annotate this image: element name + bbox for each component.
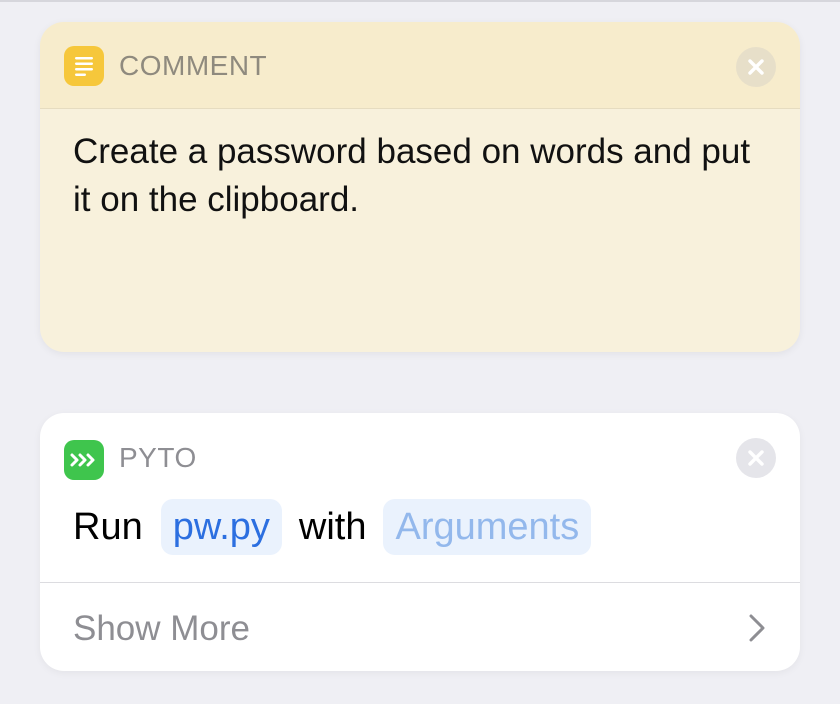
top-divider: [0, 0, 840, 2]
comment-action-card[interactable]: COMMENT Create a password based on words…: [40, 22, 800, 352]
text-lines-icon: [64, 46, 104, 86]
comment-card-header: COMMENT: [40, 22, 800, 109]
run-script-action-row: Run pw.py with Arguments: [73, 499, 592, 555]
run-verb-label: Run: [73, 506, 143, 548]
show-more-label: Show More: [73, 609, 251, 648]
script-file-token[interactable]: pw.py: [160, 499, 282, 555]
close-circle-icon: [748, 450, 764, 466]
pyto-remove-button[interactable]: [736, 438, 776, 478]
comment-card-title: COMMENT: [119, 50, 268, 81]
show-more-button[interactable]: Show More: [40, 583, 800, 671]
pyto-card-title: PYTO: [119, 442, 197, 473]
comment-text-field[interactable]: Create a password based on words and put…: [73, 128, 763, 224]
pyto-action-card[interactable]: PYTO Run pw.py with Arguments Show More: [40, 413, 800, 671]
comment-remove-button[interactable]: [736, 47, 776, 87]
with-connector-label: with: [298, 506, 367, 548]
close-circle-icon: [748, 59, 764, 75]
arguments-token[interactable]: Arguments: [383, 499, 592, 555]
pyto-chevrons-icon: [64, 440, 104, 480]
chevron-right-icon: [749, 614, 765, 642]
